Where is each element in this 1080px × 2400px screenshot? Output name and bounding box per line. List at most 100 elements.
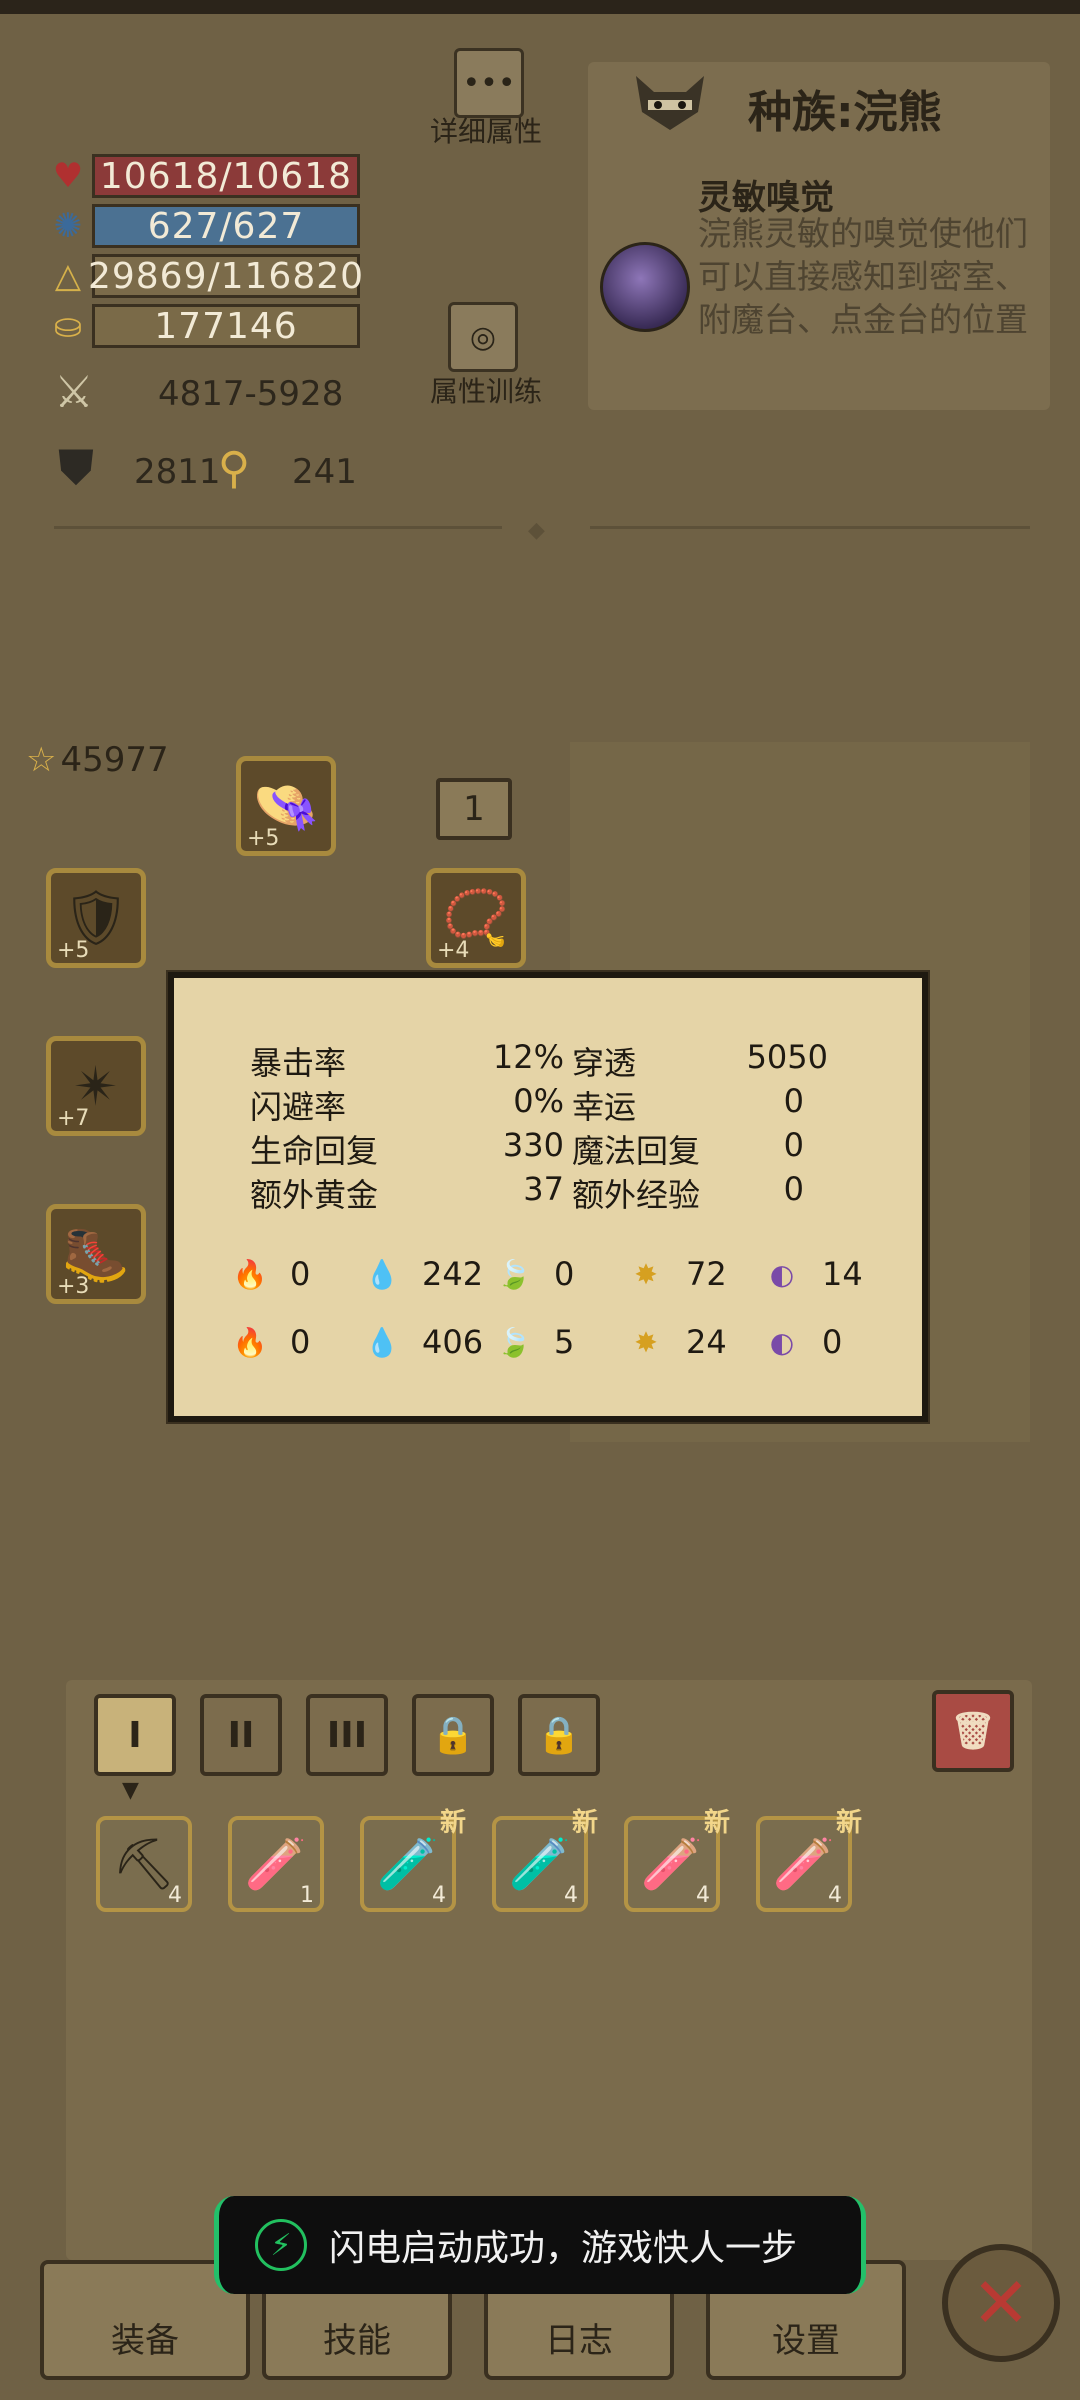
divider-right (590, 526, 1030, 529)
water-attack-icon: 💧 (364, 1257, 400, 1291)
armor-value: 2811 (134, 452, 221, 492)
fire-attack-value: 0 (290, 1255, 311, 1293)
red-potion-icon: 🧪 (376, 1834, 440, 1893)
detail-attributes-label: 详细属性 (430, 115, 543, 148)
inventory-tab-3[interactable]: III (306, 1694, 388, 1776)
luck-label: 幸运 (572, 1088, 637, 1126)
inventory-tab-1[interactable]: I (94, 1694, 176, 1776)
fire-resist-value: 0 (290, 1323, 311, 1361)
equipment-score: ☆ 45977 (26, 740, 169, 780)
nav-log-label: 日志 (545, 2321, 613, 2361)
shield-icon: ⛊ (57, 439, 94, 496)
inventory-item-red-potion[interactable]: 🧪 4 新 (492, 1808, 598, 1912)
equip-slot-shield[interactable]: 🛡 +5 (46, 868, 146, 968)
item-count: 4 (432, 1883, 446, 1908)
close-button[interactable]: ✕ (942, 2244, 1060, 2362)
extra-gold-label: 额外黄金 (250, 1176, 379, 1214)
water-resist-value: 406 (422, 1323, 484, 1361)
extra-exp-value: 0 (783, 1170, 804, 1208)
detail-attributes-button[interactable]: ••• (454, 48, 524, 118)
raccoon-icon (632, 72, 708, 132)
lightning-icon: ⚡ (255, 2219, 307, 2271)
divider-ornament: ◆ (528, 518, 545, 543)
key-icon: ⚲ (217, 442, 251, 494)
fire-attack-icon: 🔥 (232, 1257, 268, 1291)
new-badge: 新 (835, 1808, 862, 1838)
racial-skill-description: 浣熊灵敏的嗅觉使他们可以直接感知到密室、附魔台、点金台的位置 (698, 214, 1028, 339)
crit-rate-label: 暴击率 (250, 1044, 347, 1082)
dodge-rate-value: 0% (513, 1082, 564, 1120)
luck-value: 0 (783, 1082, 804, 1120)
top-border (0, 0, 1080, 14)
nav-equipment-label: 装备 (111, 2321, 179, 2361)
blue-potion-icon: 🧪 (244, 1834, 308, 1893)
leaf-attack-icon: 🍃 (496, 1257, 532, 1291)
slot-level: +5 (57, 938, 90, 963)
item-count: 4 (828, 1883, 842, 1908)
attack-value: 4817-5928 (158, 374, 344, 414)
gold-icon: ⛀ (53, 306, 83, 346)
dark-resist-value: 0 (822, 1323, 843, 1361)
mana-icon: ✺ (53, 206, 83, 246)
inventory-item-blue-potion[interactable]: 🧪 4 新 (756, 1808, 862, 1912)
light-resist-value: 24 (686, 1323, 727, 1361)
extra-exp-label: 额外经验 (572, 1176, 701, 1214)
light-attack: ✸ 72 (626, 1254, 727, 1294)
hp-regen-label: 生命回复 (250, 1132, 379, 1170)
dark-resist-icon: ◐ (769, 1325, 795, 1359)
slot-level: +3 (57, 1274, 90, 1299)
attribute-training-button[interactable]: ◎ (448, 302, 518, 372)
dodge-rate-label: 闪避率 (250, 1088, 347, 1126)
inventory-item-pickaxe[interactable]: ⛏ 4 (96, 1816, 192, 1912)
new-badge: 新 (703, 1808, 730, 1838)
equip-slot-hat[interactable]: 👒 +5 (236, 756, 336, 856)
mp-regen-value: 0 (783, 1126, 804, 1164)
new-badge: 新 (571, 1808, 598, 1838)
exp-icon: △ (54, 256, 82, 296)
inventory-tab-locked-5[interactable]: 🔒 (518, 1694, 600, 1776)
inventory-tab-2[interactable]: II (200, 1694, 282, 1776)
leaf-resist-icon: 🍃 (496, 1325, 532, 1359)
equip-slot-boots[interactable]: 🥾 +3 (46, 1204, 146, 1304)
attribute-tooltip: 暴击率 12% 穿透 5050 闪避率 0% 幸运 0 生命回复 330 魔法回… (168, 972, 928, 1422)
slot-level: +5 (247, 826, 280, 851)
slot-count-box[interactable]: 1 (436, 778, 512, 840)
tab-indicator-arrow: ▼ (122, 1778, 139, 1803)
heart-icon: ♥ (52, 156, 84, 196)
inventory-item-blue-potion[interactable]: 🧪 4 新 (624, 1808, 730, 1912)
water-resist: 💧 406 (362, 1322, 484, 1362)
inventory-item-red-potion[interactable]: 🧪 4 新 (360, 1808, 466, 1912)
extra-gold-value: 37 (523, 1170, 564, 1208)
dark-attack-icon: ◐ (769, 1257, 795, 1291)
nature-attack-value: 0 (554, 1255, 575, 1293)
trash-button[interactable]: 🗑 (932, 1690, 1014, 1772)
toast-message: 闪电启动成功，游戏快人一步 (329, 2228, 798, 2269)
slot-level: +7 (57, 1106, 90, 1131)
light-attack-value: 72 (686, 1255, 727, 1293)
equipment-score-value: 45977 (60, 740, 169, 780)
blue-potion-icon: 🧪 (640, 1834, 704, 1893)
inventory-item-blue-potion[interactable]: 🧪 1 (228, 1816, 324, 1912)
star-icon: ☆ (26, 740, 57, 780)
light-resist-icon: ✸ (634, 1325, 658, 1359)
pickaxe-icon: ⛏ (112, 1834, 176, 1893)
inventory-tab-locked-4[interactable]: 🔒 (412, 1694, 494, 1776)
equip-slot-armor[interactable]: ✴ +7 (46, 1036, 146, 1136)
equip-slot-amulet[interactable]: 📿 +4 (426, 868, 526, 968)
light-attack-icon: ✸ (634, 1257, 658, 1291)
nav-settings-label: 设置 (772, 2321, 840, 2361)
fire-attack: 🔥 0 (230, 1254, 311, 1294)
hp-bar: 10618/10618 (92, 154, 360, 198)
penetration-value: 5050 (746, 1038, 828, 1076)
crossed-swords-icon: ⚔ (54, 366, 94, 418)
mp-bar: 627/627 (92, 204, 360, 248)
nature-resist-value: 5 (554, 1323, 575, 1361)
slot-level: +4 (437, 938, 470, 963)
hp-regen-value: 330 (502, 1126, 564, 1164)
item-count: 1 (300, 1883, 314, 1908)
item-count: 4 (564, 1883, 578, 1908)
key-count: 241 (292, 452, 357, 492)
dark-attack-value: 14 (822, 1255, 863, 1293)
blue-potion-icon: 🧪 (772, 1834, 836, 1893)
nav-skills-label: 技能 (323, 2321, 391, 2361)
